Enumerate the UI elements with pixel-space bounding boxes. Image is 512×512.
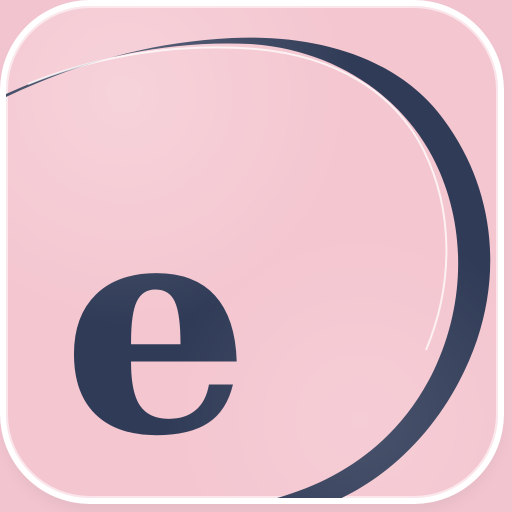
orbit-letter-e-icon: e bbox=[6, 37, 491, 498]
logo-letter-e: e bbox=[62, 153, 250, 498]
app-icon-frame: e bbox=[0, 0, 512, 512]
app-icon-tile: e bbox=[6, 6, 498, 498]
